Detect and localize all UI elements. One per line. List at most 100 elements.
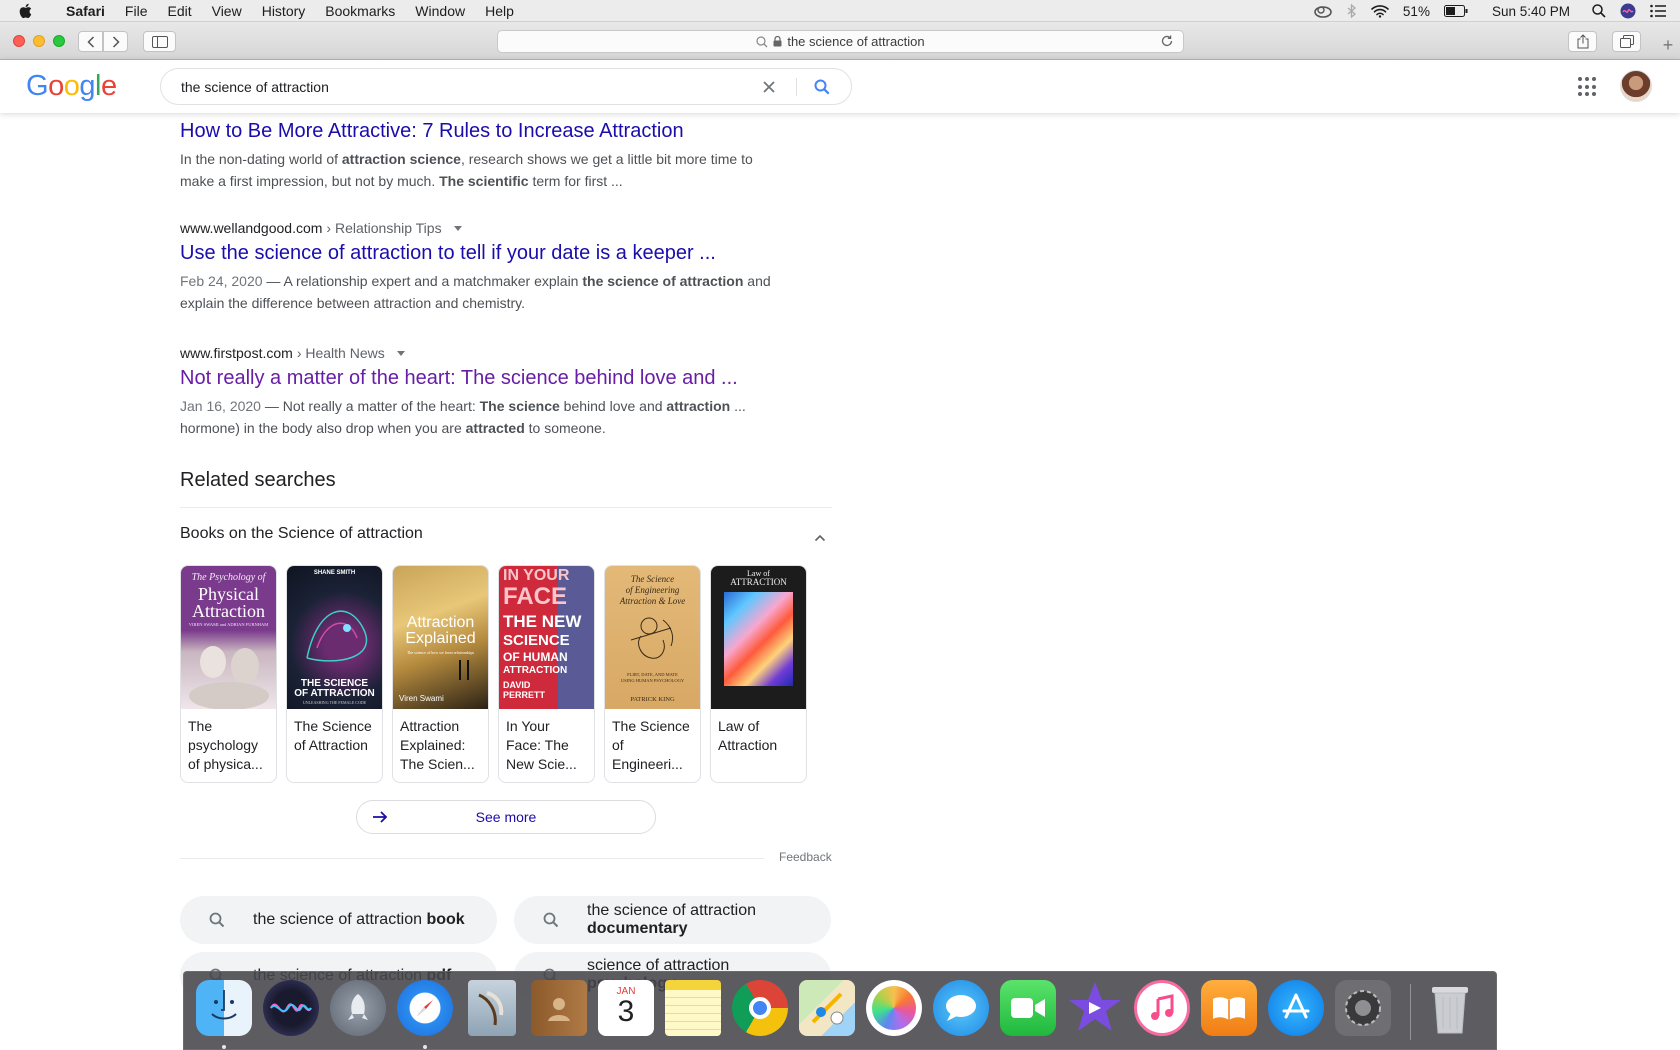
book-card[interactable]: The Science of Engineering Attraction & …	[604, 565, 701, 783]
chip-text-bold: documentary	[587, 920, 688, 937]
google-logo[interactable]: Google	[26, 70, 117, 103]
itunes-icon[interactable]	[1134, 980, 1190, 1036]
book-cover: IN YOUR FACE THE NEW SCIENCE OF HUMAN AT…	[499, 566, 594, 709]
wifi-icon[interactable]	[1371, 4, 1389, 18]
snippet-text: — Not really a matter of the heart:	[260, 398, 480, 414]
tabs-icon	[1619, 34, 1634, 48]
reload-icon[interactable]	[1160, 34, 1174, 51]
finder-icon[interactable]	[196, 980, 252, 1036]
cover-text: VIREN SWAMI and ADRIAN FURNHAM	[188, 622, 269, 627]
window-close-button[interactable]	[13, 35, 25, 47]
menu-window[interactable]: Window	[405, 0, 475, 22]
book-title: Law of Attraction	[718, 718, 778, 753]
siri-icon[interactable]	[1620, 3, 1636, 19]
book-cover: Attraction Explained The science of how …	[393, 566, 488, 709]
result-date: Feb 24, 2020	[180, 273, 263, 289]
search-submit-icon[interactable]	[813, 78, 831, 99]
result-date: Jan 16, 2020	[180, 398, 261, 414]
share-button[interactable]	[1568, 31, 1597, 52]
window-fullscreen-button[interactable]	[53, 35, 65, 47]
cover-text: PERRETT	[503, 690, 546, 700]
new-tab-plus-icon[interactable]: +	[1656, 30, 1680, 60]
tab-overview-button[interactable]	[1612, 31, 1641, 52]
window-minimize-button[interactable]	[33, 35, 45, 47]
menu-help[interactable]: Help	[475, 0, 524, 22]
book-cover: Law of ATTRACTION	[711, 566, 806, 709]
books-icon[interactable]	[1201, 980, 1257, 1036]
menu-file[interactable]: File	[115, 0, 158, 22]
result-menu-triangle-icon[interactable]	[396, 350, 405, 356]
book-card[interactable]: Law of ATTRACTION Law of Attraction	[710, 565, 807, 783]
calendar-icon[interactable]: JAN 3	[598, 980, 654, 1036]
calendar-day: 3	[617, 994, 635, 1028]
search-result: www.firstpost.com › Health News Not real…	[180, 343, 780, 439]
result-snippet: Feb 24, 2020 — A relationship expert and…	[180, 270, 780, 314]
menu-history[interactable]: History	[252, 0, 316, 22]
apple-menu-icon[interactable]	[18, 0, 40, 22]
battery-icon[interactable]	[1443, 5, 1468, 17]
avatar[interactable]	[1620, 70, 1652, 102]
back-button[interactable]	[78, 31, 103, 52]
menu-app-name[interactable]: Safari	[56, 0, 115, 22]
snippet-text: term for first ...	[528, 173, 623, 189]
cover-text: Attraction & Love	[619, 596, 686, 606]
notification-center-icon[interactable]	[1650, 4, 1666, 18]
system-preferences-icon[interactable]	[1335, 980, 1391, 1036]
trash-icon[interactable]	[1422, 980, 1478, 1036]
address-bar[interactable]: the science of attraction	[497, 30, 1184, 53]
spotlight-search-icon[interactable]	[1592, 4, 1606, 18]
book-card[interactable]: IN YOUR FACE THE NEW SCIENCE OF HUMAN AT…	[498, 565, 595, 783]
snippet-bold: attraction science	[341, 151, 461, 167]
result-title-link[interactable]: Not really a matter of the heart: The sc…	[180, 365, 780, 391]
see-more-button[interactable]: See more	[356, 800, 656, 834]
imovie-icon[interactable]	[1067, 980, 1123, 1036]
sidebar-toggle-button[interactable]	[143, 31, 176, 52]
contacts-icon[interactable]	[531, 980, 587, 1036]
menu-view[interactable]: View	[202, 0, 252, 22]
chevron-up-icon[interactable]	[814, 529, 826, 547]
clock[interactable]: Sun 5:40 PM	[1492, 4, 1570, 19]
result-menu-triangle-icon[interactable]	[453, 225, 462, 231]
search-input[interactable]: the science of attraction	[160, 68, 852, 105]
related-searches-heading: Related searches	[180, 469, 336, 491]
books-carousel-header[interactable]: Books on the Science of attraction	[180, 525, 832, 543]
related-search-chip[interactable]: the science of attraction documentary	[514, 896, 831, 944]
battery-percent[interactable]: 51%	[1403, 4, 1430, 19]
book-title: The Science of Engineeri...	[612, 718, 690, 772]
launchpad-icon[interactable]	[330, 980, 386, 1036]
forward-button[interactable]	[103, 31, 128, 52]
result-site[interactable]: www.firstpost.com	[180, 343, 293, 363]
bluetooth-icon[interactable]	[1347, 4, 1357, 18]
result-title-link[interactable]: How to Be More Attractive: 7 Rules to In…	[180, 118, 780, 144]
safari-icon[interactable]	[397, 980, 453, 1036]
book-card[interactable]: Attraction Explained The science of how …	[392, 565, 489, 783]
clear-search-icon[interactable]	[759, 77, 779, 100]
book-card[interactable]: SHANE SMITH THE SCIENCE OF ATTRACTION UN…	[286, 565, 383, 783]
sidebar-icon	[151, 35, 168, 48]
related-search-chip[interactable]: the science of attraction book	[180, 896, 497, 944]
cover-text: OF ATTRACTION	[294, 688, 375, 699]
notes-icon[interactable]	[665, 980, 721, 1036]
result-site[interactable]: www.wellandgood.com	[180, 218, 322, 238]
book-card[interactable]: The Psychology of Physical Attraction VI…	[180, 565, 277, 783]
google-chrome-icon[interactable]	[732, 980, 788, 1036]
see-more-label: See more	[475, 809, 537, 825]
cover-art	[724, 592, 793, 686]
menu-edit[interactable]: Edit	[157, 0, 201, 22]
messages-icon[interactable]	[933, 980, 989, 1036]
google-apps-icon[interactable]	[1578, 77, 1598, 97]
search-icon	[208, 911, 226, 934]
result-cite: www.wellandgood.com › Relationship Tips	[180, 218, 780, 238]
maps-icon[interactable]	[799, 980, 855, 1036]
siri-icon[interactable]	[263, 980, 319, 1036]
mail-icon[interactable]	[468, 980, 516, 1036]
feedback-link[interactable]: Feedback	[779, 850, 832, 864]
book-cover: The Psychology of Physical Attraction VI…	[181, 566, 276, 709]
app-store-icon[interactable]	[1268, 980, 1324, 1036]
photos-icon[interactable]	[866, 980, 922, 1036]
creative-cloud-icon[interactable]	[1313, 4, 1333, 18]
logo-letter: G	[26, 70, 49, 102]
facetime-icon[interactable]	[1000, 980, 1056, 1036]
menu-bookmarks[interactable]: Bookmarks	[315, 0, 405, 22]
result-title-link[interactable]: Use the science of attraction to tell if…	[180, 240, 780, 266]
